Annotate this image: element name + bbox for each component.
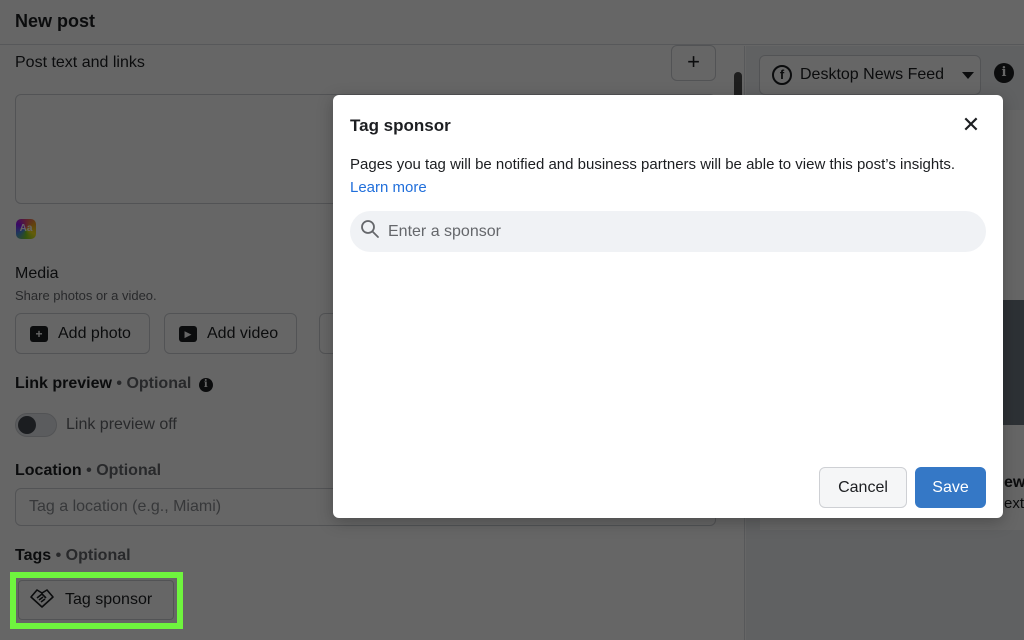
dialog-description: Pages you tag will be notified and busin… xyxy=(350,153,970,199)
dialog-title: Tag sponsor xyxy=(350,116,451,135)
description-text: Pages you tag will be notified and busin… xyxy=(350,156,956,173)
cancel-button[interactable]: Cancel xyxy=(819,467,907,508)
highlight-annotation xyxy=(10,572,183,629)
sponsor-search-field[interactable] xyxy=(350,211,986,252)
close-icon[interactable]: ✕ xyxy=(959,113,983,137)
save-button[interactable]: Save xyxy=(915,467,986,508)
search-icon xyxy=(360,219,380,244)
learn-more-link[interactable]: Learn more xyxy=(350,179,427,196)
tag-sponsor-dialog: Tag sponsor ✕ Pages you tag will be noti… xyxy=(333,95,1003,518)
sponsor-search-input[interactable] xyxy=(388,222,968,241)
